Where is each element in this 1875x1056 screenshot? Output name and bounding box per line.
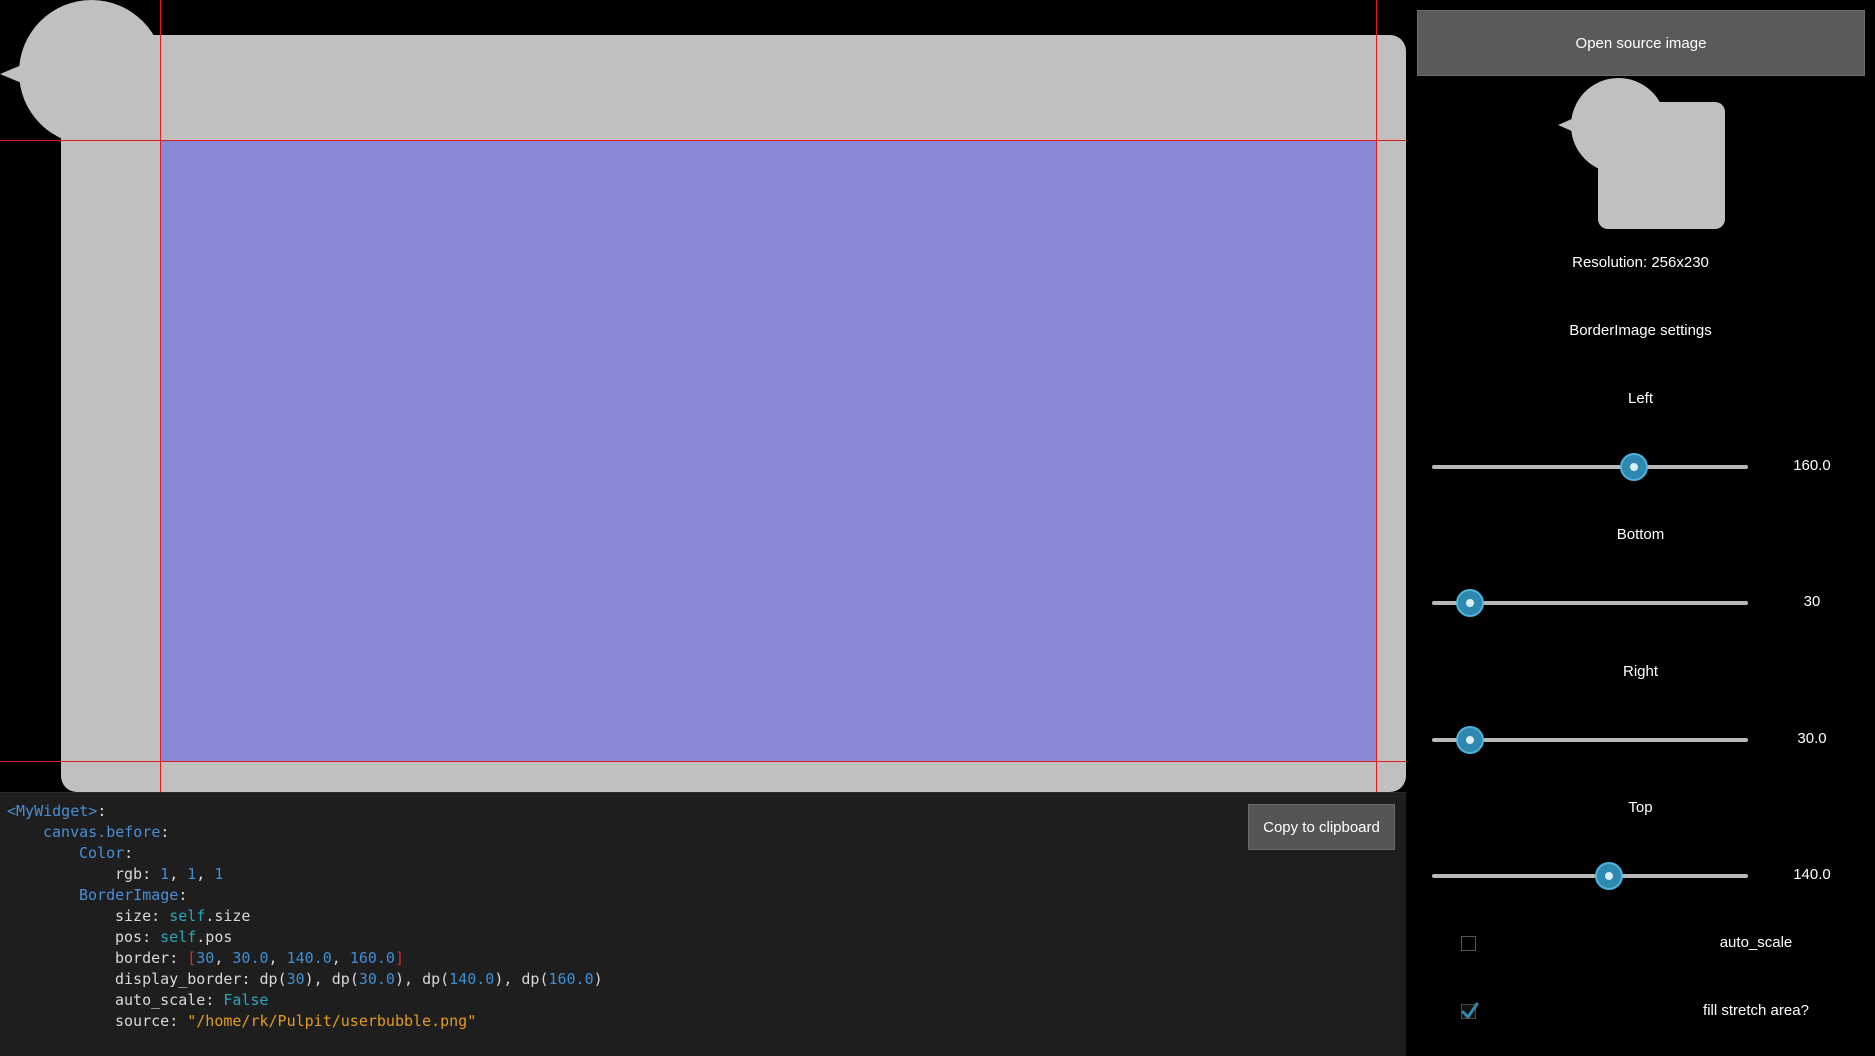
slider-right-value: 30.0 bbox=[1797, 730, 1827, 747]
checkmark-icon bbox=[1461, 1002, 1479, 1019]
settings-title: BorderImage settings bbox=[1569, 322, 1712, 339]
code-border-key: border bbox=[115, 949, 170, 967]
code-border-0: 30 bbox=[196, 949, 215, 967]
code-size-attr: .size bbox=[205, 907, 251, 925]
code-size-self: self bbox=[169, 907, 206, 925]
code-size-key: size bbox=[115, 907, 152, 925]
code-db-3: 160.0 bbox=[548, 970, 594, 988]
code-rgb-r: 1 bbox=[160, 865, 170, 883]
bubble-head bbox=[19, 0, 164, 145]
code-auto-scale-value: False bbox=[223, 991, 269, 1009]
code-dp-1: dp bbox=[331, 970, 350, 988]
slider-right-handle[interactable] bbox=[1455, 726, 1484, 754]
code-pos-key: pos bbox=[115, 928, 143, 946]
settings-sidebar: Open source image Resolution: 256x230 Bo… bbox=[1406, 0, 1875, 1056]
slider-bottom-handle[interactable] bbox=[1455, 589, 1484, 617]
code-db-0: 30 bbox=[286, 970, 305, 988]
kv-code-snippet: <MyWidget>: canvas.before: Color: rgb: 1, 1… bbox=[7, 802, 603, 1030]
resolution-label: Resolution: 256x230 bbox=[1572, 254, 1709, 271]
source-image-thumbnail bbox=[1558, 78, 1728, 230]
fill-stretch-row[interactable]: fill stretch area? bbox=[1406, 994, 1875, 1028]
code-widget: <MyWidget> bbox=[7, 802, 98, 820]
code-dp-0: dp bbox=[259, 970, 278, 988]
code-border-image: BorderImage bbox=[79, 886, 179, 904]
fill-stretch-checkbox[interactable] bbox=[1461, 1002, 1479, 1019]
code-border-1: 30.0 bbox=[232, 949, 269, 967]
code-db-1: 30.0 bbox=[358, 970, 395, 988]
stretch-fill-area bbox=[160, 140, 1376, 761]
code-auto-scale-key: auto_scale bbox=[115, 991, 206, 1009]
slider-right[interactable]: 30.0 bbox=[1406, 720, 1875, 760]
code-color: Color bbox=[79, 844, 125, 862]
code-border-2: 140.0 bbox=[286, 949, 332, 967]
code-rgb-key: rgb bbox=[115, 865, 143, 883]
slider-top-track[interactable] bbox=[1432, 874, 1748, 878]
code-panel: <MyWidget>: canvas.before: Color: rgb: 1, 1… bbox=[0, 792, 1406, 1056]
guide-left bbox=[160, 0, 161, 792]
code-display-border-key: display_border bbox=[115, 970, 242, 988]
slider-bottom[interactable]: 30 bbox=[1406, 583, 1875, 623]
auto-scale-checkbox[interactable] bbox=[1461, 936, 1476, 951]
open-source-image-button[interactable]: Open source image bbox=[1417, 10, 1865, 76]
code-canvas-before: canvas.before bbox=[43, 823, 161, 841]
slider-left-track[interactable] bbox=[1432, 465, 1748, 469]
code-source-key: source bbox=[115, 1012, 170, 1030]
auto-scale-row[interactable]: auto_scale bbox=[1406, 926, 1875, 960]
code-pos-attr: .pos bbox=[196, 928, 233, 946]
guide-top bbox=[0, 140, 1406, 141]
slider-top-handle[interactable] bbox=[1594, 862, 1623, 890]
code-rgb-b: 1 bbox=[214, 865, 224, 883]
fill-stretch-label: fill stretch area? bbox=[1703, 1002, 1809, 1019]
border-image-preview bbox=[0, 0, 1406, 792]
slider-left[interactable]: 160.0 bbox=[1406, 447, 1875, 487]
slider-left-label: Left bbox=[1627, 390, 1654, 407]
thumbnail-bubble-tip bbox=[1558, 118, 1574, 132]
slider-right-label: Right bbox=[1622, 663, 1659, 680]
slider-left-value: 160.0 bbox=[1793, 457, 1831, 474]
thumbnail-bubble-head bbox=[1571, 78, 1666, 173]
code-dp-3: dp bbox=[521, 970, 540, 988]
copy-to-clipboard-button[interactable]: Copy to clipboard bbox=[1248, 804, 1395, 850]
code-pos-self: self bbox=[160, 928, 197, 946]
code-border-3: 160.0 bbox=[349, 949, 395, 967]
code-dp-2: dp bbox=[422, 970, 441, 988]
slider-bottom-value: 30 bbox=[1803, 593, 1821, 610]
bubble-tip bbox=[0, 64, 24, 84]
slider-top-value: 140.0 bbox=[1793, 866, 1831, 883]
slider-top-label: Top bbox=[1628, 799, 1653, 816]
code-source-value: "/home/rk/Pulpit/userbubble.png" bbox=[187, 1012, 477, 1030]
guide-right bbox=[1376, 0, 1377, 792]
slider-top[interactable]: 140.0 bbox=[1406, 856, 1875, 896]
guide-bottom bbox=[0, 761, 1406, 762]
code-rgb-g: 1 bbox=[187, 865, 197, 883]
slider-left-handle[interactable] bbox=[1620, 453, 1649, 481]
code-db-2: 140.0 bbox=[449, 970, 495, 988]
slider-bottom-label: Bottom bbox=[1616, 526, 1665, 543]
auto-scale-label: auto_scale bbox=[1719, 934, 1793, 951]
